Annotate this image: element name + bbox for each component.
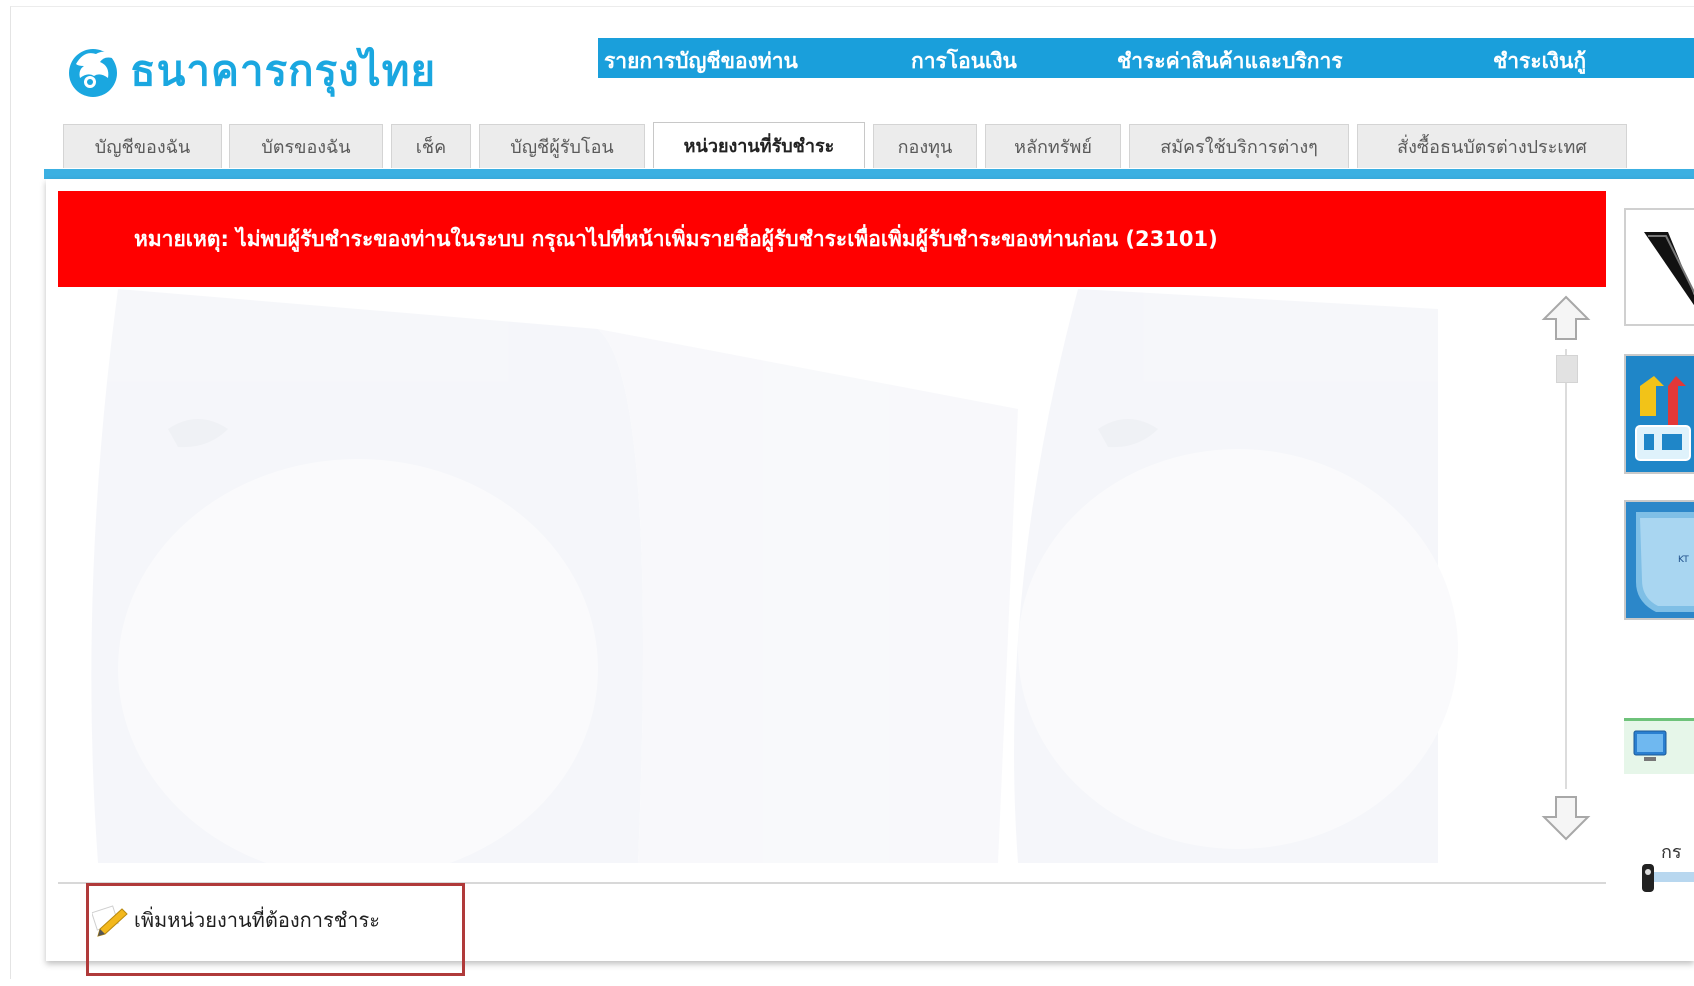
tab-my-cards[interactable]: บัตรของฉัน [229, 124, 383, 168]
webcam-icon [1642, 864, 1694, 892]
add-payee-label: เพิ่มหน่วยงานที่ต้องการชำระ [134, 908, 380, 932]
tab-services-signup[interactable]: สมัครใช้บริการต่างๆ [1129, 124, 1349, 168]
bank-logo[interactable]: ธนาคารกรุงไทย [66, 38, 436, 104]
tab-cheque[interactable]: เช็ค [391, 124, 471, 168]
scroll-down-button[interactable] [1538, 789, 1594, 845]
side-card-ktb-card[interactable]: KT [1624, 500, 1694, 620]
arrow-down-icon [1541, 796, 1591, 841]
side-card-computer[interactable] [1624, 718, 1694, 774]
phone-icon [1644, 232, 1694, 306]
tab-transfer-payees[interactable]: บัญชีผู้รับโอน [479, 124, 645, 168]
bank-name: ธนาคารกรุงไทย [130, 46, 437, 95]
add-payee-link[interactable]: เพิ่มหน่วยงานที่ต้องการชำระ [92, 903, 380, 937]
pencil-icon [92, 905, 128, 937]
nav-bill-payment[interactable]: ชำระค่าสินค้าและบริการ [1117, 45, 1343, 78]
watermark-background [91, 289, 1458, 863]
tab-foreign-banknotes[interactable]: สั่งซื้อธนบัตรต่างประเทศ [1357, 124, 1627, 168]
scroll-up-button[interactable] [1538, 291, 1594, 347]
computer-icon [1633, 730, 1667, 761]
tab-securities[interactable]: หลักทรัพย์ [985, 124, 1121, 168]
error-alert: หมายเหตุ: ไม่พบผู้รับชำระของท่านในระบบ ก… [58, 191, 1606, 287]
scroll-thumb[interactable] [1556, 355, 1578, 383]
direction-arrows-icon [1635, 376, 1691, 461]
tab-my-accounts[interactable]: บัญชีของฉัน [63, 124, 222, 168]
svg-text:KT: KT [1678, 555, 1689, 565]
section-divider [58, 882, 1606, 884]
scroll-track[interactable] [1565, 349, 1567, 789]
nav-my-accounts[interactable]: รายการบัญชีของท่าน [604, 45, 798, 78]
card-icon: KT [1636, 512, 1694, 612]
tab-billers[interactable]: หน่วยงานที่รับชำระ [653, 122, 865, 168]
side-card-phone[interactable] [1624, 208, 1694, 326]
krungthai-bird-icon [69, 49, 117, 97]
content-panel: หมายเหตุ: ไม่พบผู้รับชำระของท่านในระบบ ก… [46, 179, 1694, 961]
side-card-webcam[interactable] [1624, 858, 1694, 898]
side-card-directions[interactable] [1624, 354, 1694, 474]
arrow-up-icon [1541, 295, 1591, 340]
alert-text: หมายเหตุ: ไม่พบผู้รับชำระของท่านในระบบ ก… [134, 226, 1218, 251]
nav-loan-payment[interactable]: ชำระเงินกู้ [1493, 45, 1586, 78]
top-navigation: รายการบัญชีของท่าน การโอนเงิน ชำระค่าสิน… [598, 38, 1694, 78]
tab-funds[interactable]: กองทุน [873, 124, 977, 168]
tab-underline [44, 169, 1694, 179]
nav-transfer[interactable]: การโอนเงิน [911, 45, 1017, 78]
